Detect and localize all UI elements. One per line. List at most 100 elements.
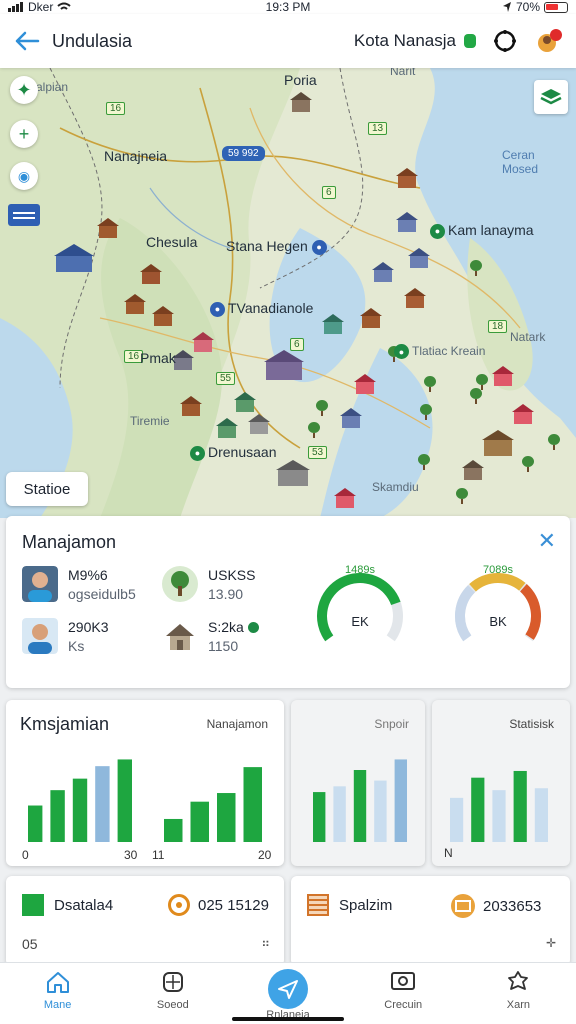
house-marker[interactable] [512,404,534,424]
house-marker[interactable] [322,314,344,334]
stat-value: USKSS [208,566,256,583]
green-square-icon [22,894,44,916]
map-label: ● Kam lanayma [430,222,534,239]
plus-icon: + [18,123,30,144]
settings-button[interactable] [490,26,520,56]
profile-button[interactable] [534,26,564,56]
house-marker[interactable] [264,350,304,380]
home-indicator [232,1017,344,1021]
tree-marker [308,422,320,438]
house-marker[interactable] [482,430,514,456]
close-icon[interactable]: ✕ [538,528,556,554]
person-avatar [22,566,58,602]
map-label: ● Drenusaan [190,444,277,461]
summary-label: Spalzim [339,896,393,914]
map-label: Tiremie [130,414,170,428]
bar-2 [471,777,485,842]
gauge-segment [519,584,541,640]
chart-subtitle: Snpoir [374,717,409,731]
house-marker[interactable] [124,294,146,314]
nav-item-soeod[interactable]: Soeod [115,963,230,1024]
nav-item-home[interactable]: Mane [0,963,115,1024]
management-card: Manajamon ✕ M9%6 ogseidulb5 USKSS 13.90 29… [6,516,570,688]
house-marker[interactable] [290,92,312,112]
gauge-arc [317,573,403,642]
stat-sub: 13.90 [208,585,244,602]
layers-button[interactable] [534,80,568,114]
house-marker[interactable] [408,248,430,268]
home-icon [46,972,69,993]
map-pin-icon[interactable]: ● [394,344,409,360]
house-marker[interactable] [180,396,202,416]
puzzle-icon [508,971,529,990]
layers-icon [540,89,562,105]
pin-icon[interactable]: ✛ [546,936,556,950]
house-marker[interactable] [216,418,238,438]
nav-label: Soeod [156,999,189,1011]
bar-5 [117,759,132,842]
road-tag: 13 [368,122,388,135]
road-tag: 6 [290,338,304,351]
nav-label: Crecuin [384,999,423,1011]
management-stat: S:2ka 1150 [162,618,262,654]
house-marker[interactable] [396,212,418,232]
map-pin-icon[interactable]: ● [210,301,225,317]
bar-2 [190,801,209,842]
city-name: Kota Nanasja [353,31,456,50]
chart-subtitle: Statisisk [509,717,554,731]
house-marker[interactable] [234,392,256,412]
house-marker[interactable] [152,306,174,326]
summary-card[interactable]: Spalzim 2033653 ✛ [291,876,570,966]
house-marker[interactable] [340,408,362,428]
stat-sub: 1150 [208,637,239,654]
house-marker[interactable] [334,488,356,508]
nav-item-xarn[interactable]: Xarn [461,963,576,1024]
gauge-label: 7089s [483,564,513,576]
legend-button[interactable] [8,204,40,226]
city-selector[interactable]: Kota Nanasja [354,31,476,51]
target-icon [168,894,190,916]
house-marker[interactable] [248,414,270,434]
tree-icon [162,566,198,602]
tree-marker [418,454,430,470]
zoom-in-button[interactable]: + [10,120,38,148]
label-text: Drenusaan [208,444,277,460]
house-marker[interactable] [192,332,214,352]
house-marker[interactable] [276,460,310,486]
gauge-value: EK [351,614,369,629]
locate-button[interactable]: ◉ [10,162,38,190]
house-marker[interactable] [492,366,514,386]
house-marker[interactable] [372,262,394,282]
compass-button[interactable]: ✦ [10,76,38,104]
house-marker[interactable] [396,168,418,188]
stat-sub: Ks [68,637,85,654]
station-chip[interactable]: Statioe [6,472,88,506]
map-view[interactable]: 16 13 59 992 6 18 55 53 16 6 Poria Narit… [0,68,576,518]
bar-chart [28,759,132,842]
house-marker[interactable] [360,308,382,328]
house-marker[interactable] [54,244,94,272]
axis-label: 30 [124,848,138,862]
nav-item-rnlaneia[interactable]: Rnlaneia [230,963,345,1024]
map-pin-icon[interactable]: ● [311,239,327,255]
more-icon[interactable]: ⠶ [261,936,270,950]
house-marker[interactable] [140,264,162,284]
back-button[interactable] [12,26,42,56]
summary-card[interactable]: Dsatala4 025 15129 05 ⠶ [6,876,284,966]
house-marker[interactable] [462,460,484,480]
label-text: Stana Hegen [226,238,308,254]
map-pin-icon[interactable]: ● [430,223,445,239]
house-marker[interactable] [404,288,426,308]
gauge-label: 1489s [345,564,375,576]
nav-item-crecuin[interactable]: Crecuin [346,963,461,1024]
house-marker[interactable] [354,374,376,394]
stat-sub: ogseidulb5 [68,585,136,602]
map-pin-icon[interactable]: ● [190,445,205,461]
map-label: Skamdiu [372,480,419,494]
label-text: TVanadianole [228,300,314,316]
house-marker[interactable] [97,218,119,238]
nav-label: Mane [43,999,72,1011]
stat-value: 290K3 [68,618,109,635]
label-text: Kam lanayma [448,222,534,238]
tree-marker [470,260,482,276]
